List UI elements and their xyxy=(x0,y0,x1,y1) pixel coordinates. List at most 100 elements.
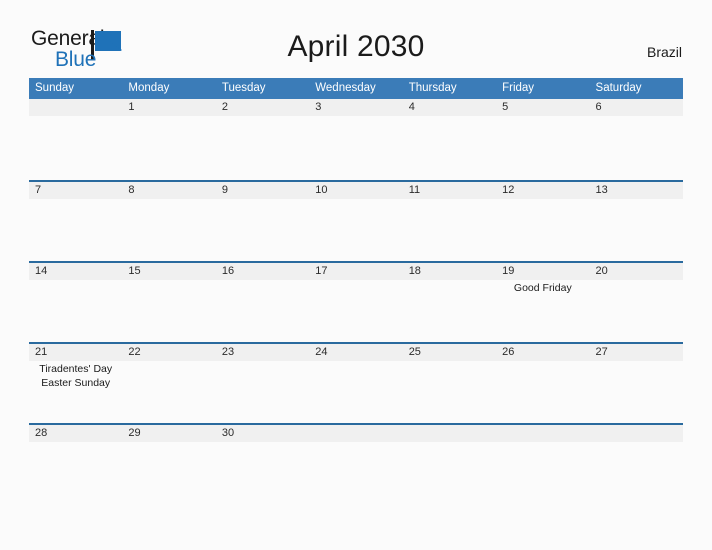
day-number: 24 xyxy=(315,346,328,358)
day-number-band: 15 xyxy=(122,263,216,280)
day-number: 30 xyxy=(221,427,235,439)
calendar-day-cell[interactable]: 30 xyxy=(215,425,310,504)
day-events xyxy=(496,116,589,118)
day-number: 17 xyxy=(315,265,328,277)
calendar-day-cell[interactable]: 21 Tiradentes' Day Easter Sunday xyxy=(29,344,123,423)
calendar-day-cell[interactable]: 11 xyxy=(402,182,497,261)
calendar-day-cell[interactable]: 20 xyxy=(589,263,683,342)
calendar-day-cell[interactable]: 10 xyxy=(309,182,403,261)
calendar-day-cell[interactable]: 9 xyxy=(215,182,310,261)
day-number: 26 xyxy=(502,346,515,358)
day-events xyxy=(29,199,122,201)
calendar-day-cell[interactable]: 17 xyxy=(309,263,403,342)
day-number: 9 xyxy=(221,184,228,196)
calendar-day-cell[interactable]: 7 xyxy=(29,182,123,261)
day-number: 2 xyxy=(221,101,228,113)
day-number: 6 xyxy=(595,101,602,113)
day-number-band: 29 xyxy=(122,425,216,442)
day-number-band: 5 xyxy=(496,99,590,116)
calendar-day-cell[interactable]: 1 xyxy=(122,99,216,180)
day-number-band xyxy=(402,425,497,442)
calendar-day-cell-empty xyxy=(402,425,497,504)
calendar-day-cell[interactable]: 5 xyxy=(496,99,590,180)
day-number: 11 xyxy=(408,184,421,196)
calendar-grid: Sunday Monday Tuesday Wednesday Thursday… xyxy=(29,78,683,504)
day-number: 28 xyxy=(35,427,48,439)
day-events xyxy=(590,116,683,118)
day-number: 22 xyxy=(128,346,141,358)
calendar-day-cell[interactable]: 14 xyxy=(29,263,123,342)
day-events xyxy=(29,116,122,118)
day-events xyxy=(403,361,496,363)
calendar-week-row: 21 Tiradentes' Day Easter Sunday 22 23 24 25 26… xyxy=(29,342,683,423)
day-number-band: 27 xyxy=(589,344,683,361)
calendar-day-cell[interactable]: 12 xyxy=(496,182,590,261)
day-number-band: 8 xyxy=(122,182,216,199)
day-number-band: 21 xyxy=(29,344,123,361)
calendar-day-cell[interactable]: 24 xyxy=(309,344,403,423)
day-number-band: 10 xyxy=(309,182,403,199)
calendar-day-cell[interactable]: 29 xyxy=(122,425,216,504)
day-number-band xyxy=(309,425,403,442)
day-number-band: 22 xyxy=(122,344,216,361)
calendar-day-cell[interactable]: 27 xyxy=(589,344,683,423)
day-number-band: 11 xyxy=(402,182,497,199)
calendar-day-cell[interactable]: 6 xyxy=(589,99,683,180)
day-number: 13 xyxy=(595,184,608,196)
calendar-day-cell[interactable]: 13 xyxy=(589,182,683,261)
calendar-day-cell[interactable]: 4 xyxy=(402,99,497,180)
calendar-day-cell[interactable]: 22 xyxy=(122,344,216,423)
weekday-header-wednesday: Wednesday xyxy=(315,82,376,94)
day-events xyxy=(590,442,683,444)
calendar-day-cell-empty xyxy=(309,425,403,504)
weekday-header-sunday: Sunday xyxy=(35,82,75,94)
day-number: 12 xyxy=(502,184,515,196)
calendar-day-cell[interactable]: 3 xyxy=(309,99,403,180)
day-events xyxy=(496,442,589,444)
calendar-day-cell[interactable]: 23 xyxy=(215,344,310,423)
calendar-page: General Blue April 2030 Brazil Sunday Mo… xyxy=(0,0,712,550)
calendar-day-cell[interactable]: 18 xyxy=(402,263,497,342)
day-number: 27 xyxy=(595,346,608,358)
day-number-band: 18 xyxy=(402,263,497,280)
region-label: Brazil xyxy=(646,44,682,60)
day-number: 10 xyxy=(315,184,328,196)
day-number: 8 xyxy=(128,184,135,196)
calendar-day-cell[interactable]: 8 xyxy=(122,182,216,261)
day-number: 3 xyxy=(315,101,322,113)
day-events xyxy=(29,442,122,444)
day-number-band: 30 xyxy=(215,425,310,442)
calendar-day-cell[interactable]: 26 xyxy=(496,344,590,423)
calendar-day-cell[interactable]: 25 xyxy=(402,344,497,423)
day-events xyxy=(590,361,683,363)
day-events xyxy=(590,280,683,282)
day-number-band: 9 xyxy=(215,182,310,199)
day-events xyxy=(309,199,402,201)
page-header: General Blue April 2030 Brazil xyxy=(0,0,712,76)
day-events xyxy=(122,361,215,363)
calendar-day-cell[interactable]: 28 xyxy=(29,425,123,504)
calendar-day-cell-empty xyxy=(29,99,123,180)
day-number: 5 xyxy=(502,101,509,113)
calendar-day-cell-empty xyxy=(496,425,590,504)
day-events xyxy=(496,361,589,363)
day-events xyxy=(216,280,309,282)
day-number: 29 xyxy=(128,427,141,439)
day-events xyxy=(309,280,402,282)
calendar-day-cell[interactable]: 19 Good Friday xyxy=(496,263,590,342)
calendar-day-cell[interactable]: 2 xyxy=(215,99,310,180)
weekday-header-monday: Monday xyxy=(128,82,170,94)
day-number-band: 26 xyxy=(496,344,590,361)
holiday-event-label: Easter Sunday xyxy=(41,376,111,389)
day-number: 23 xyxy=(221,346,235,358)
day-events xyxy=(496,199,589,201)
day-events xyxy=(309,442,402,444)
day-events xyxy=(309,116,402,118)
weekday-header-saturday: Saturday xyxy=(595,82,642,94)
day-number-band: 12 xyxy=(496,182,590,199)
day-number: 1 xyxy=(128,101,135,113)
holiday-event-label: Good Friday xyxy=(513,282,572,294)
day-number: 25 xyxy=(408,346,421,358)
calendar-day-cell[interactable]: 16 xyxy=(215,263,310,342)
calendar-day-cell[interactable]: 15 xyxy=(122,263,216,342)
